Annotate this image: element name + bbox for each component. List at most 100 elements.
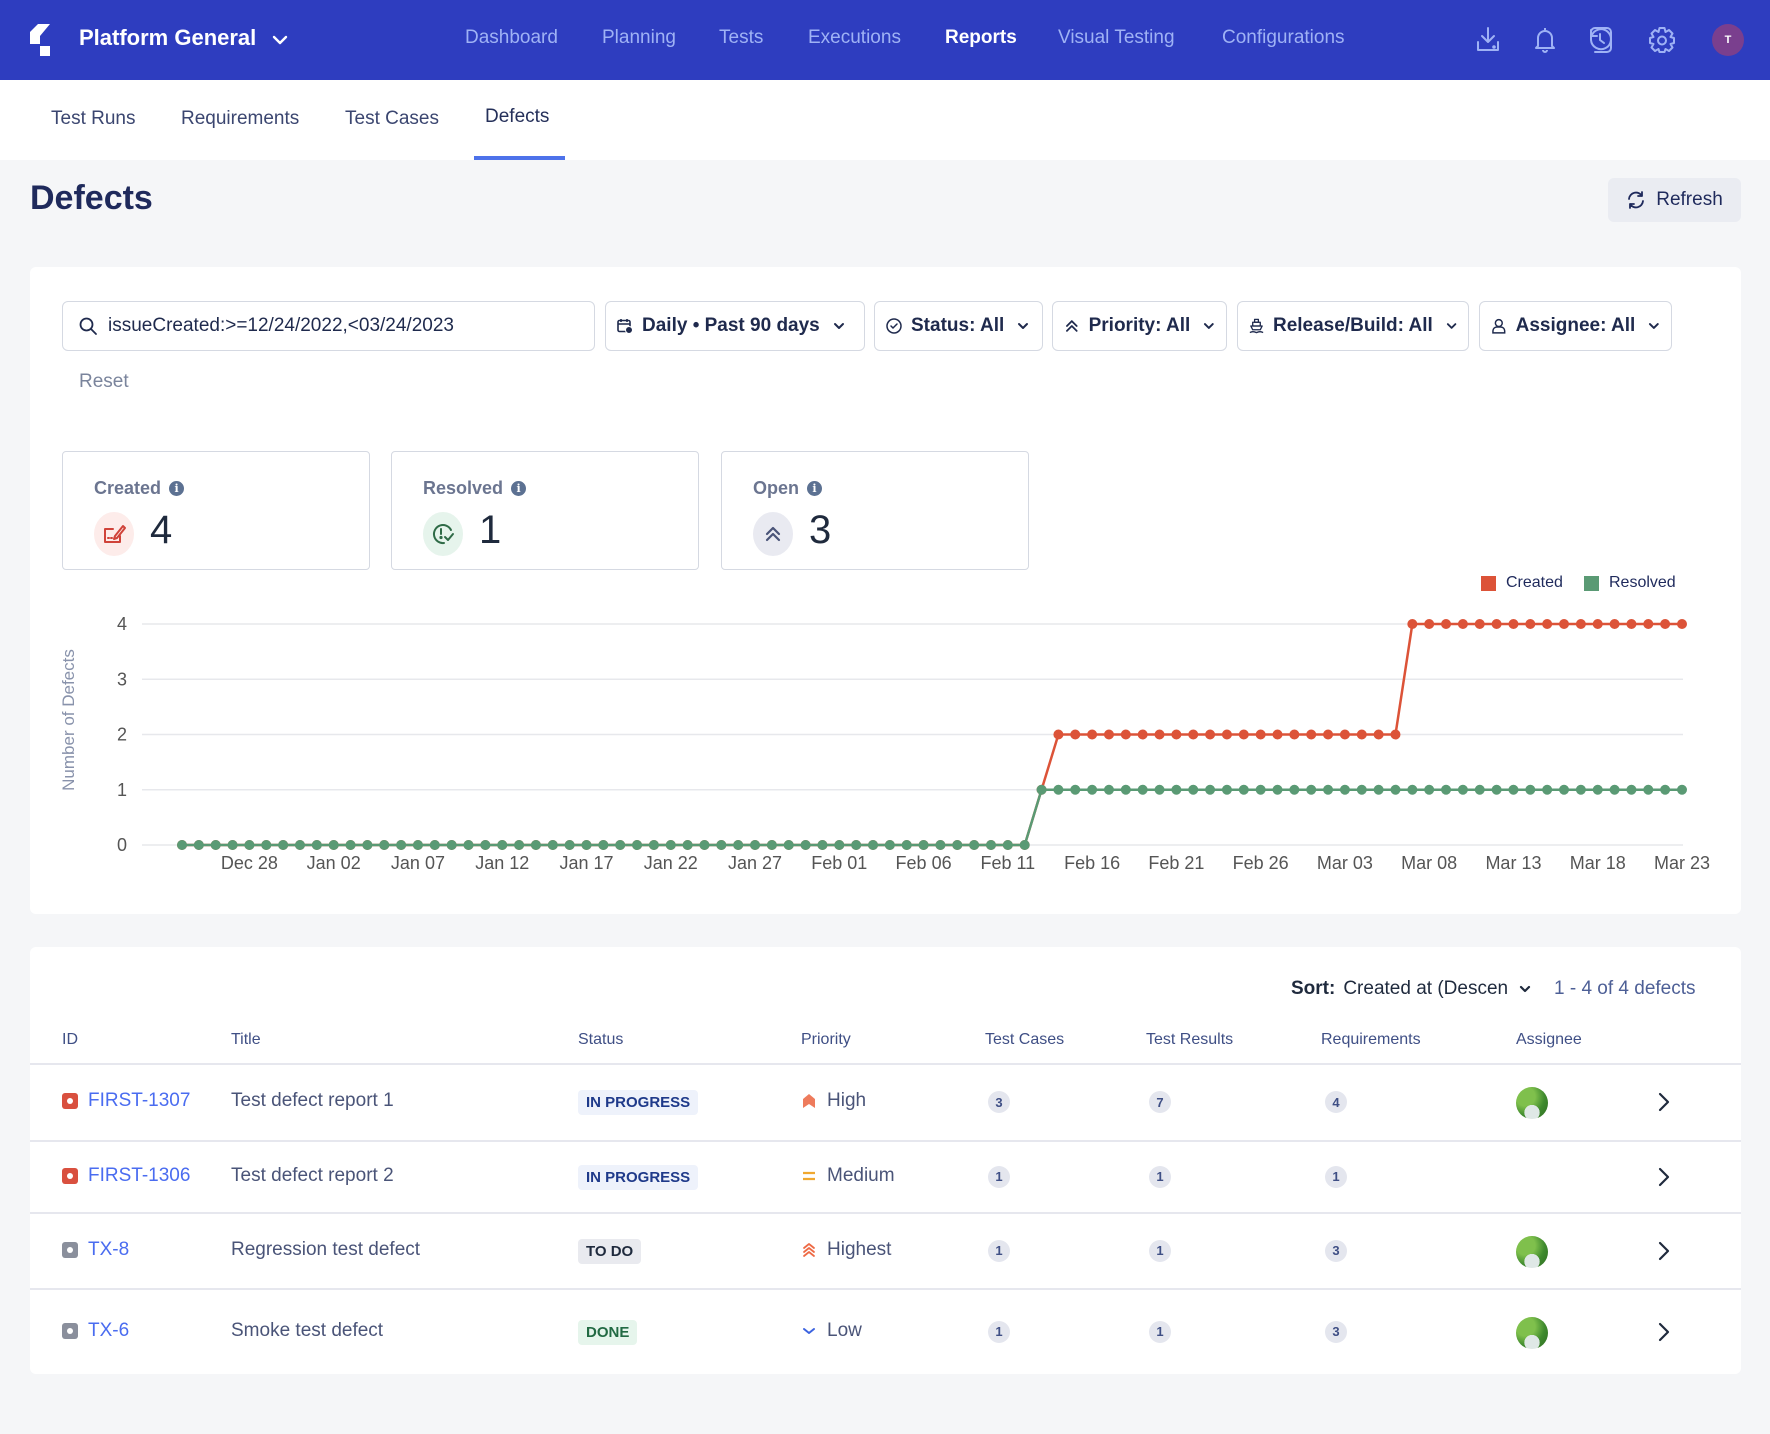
- requirements-count[interactable]: 3: [1325, 1320, 1347, 1343]
- data-point: [1441, 619, 1452, 629]
- test-results-count[interactable]: 1: [1149, 1165, 1171, 1188]
- reset-filters-link[interactable]: Reset: [79, 371, 129, 393]
- nav-dashboard[interactable]: Dashboard: [465, 27, 558, 49]
- data-point: [1424, 619, 1435, 629]
- data-point: [564, 840, 575, 850]
- tab-test-runs[interactable]: Test Runs: [51, 108, 135, 130]
- data-point: [1221, 784, 1232, 795]
- x-tick-label: Mar 08: [1401, 853, 1457, 873]
- chevron-right-icon[interactable]: [1654, 1090, 1674, 1114]
- col-priority-header[interactable]: Priority: [801, 1031, 851, 1049]
- sort-select[interactable]: Created at (Descen: [1343, 978, 1532, 1000]
- history-icon[interactable]: [1585, 24, 1617, 56]
- data-point: [1491, 619, 1502, 629]
- nav-reports[interactable]: Reports: [945, 27, 1017, 49]
- data-point: [1120, 729, 1131, 740]
- assignee-avatar[interactable]: [1516, 1087, 1548, 1119]
- requirements-count[interactable]: 1: [1325, 1165, 1347, 1188]
- chevron-down-icon[interactable]: [270, 30, 290, 50]
- defect-id-link[interactable]: FIRST-1307: [62, 1090, 190, 1112]
- defect-id-link[interactable]: TX-6: [62, 1320, 129, 1342]
- assignee-avatar[interactable]: [1516, 1316, 1548, 1349]
- app-logo-icon[interactable]: [28, 24, 52, 58]
- x-tick-label: Feb 06: [896, 853, 952, 873]
- tab-test-cases[interactable]: Test Cases: [345, 108, 439, 130]
- refresh-button[interactable]: Refresh: [1608, 178, 1741, 222]
- defect-id-link[interactable]: TX-8: [62, 1239, 129, 1261]
- release-build-filter[interactable]: Release/Build: All: [1237, 301, 1469, 351]
- test-results-count[interactable]: 1: [1149, 1320, 1171, 1343]
- legend-swatch-resolved: [1584, 575, 1599, 591]
- user-avatar[interactable]: T: [1712, 24, 1744, 56]
- requirements-count[interactable]: 3: [1325, 1239, 1347, 1262]
- nav-visual-testing[interactable]: Visual Testing: [1058, 27, 1175, 49]
- report-tabs: Test Runs Requirements Test Cases Defect…: [0, 80, 1770, 160]
- test-cases-count[interactable]: 1: [988, 1165, 1010, 1188]
- stat-created-value: 4: [150, 508, 173, 552]
- tab-requirements[interactable]: Requirements: [181, 108, 299, 130]
- info-icon[interactable]: i: [169, 481, 185, 496]
- data-point: [1508, 619, 1519, 629]
- data-point: [1087, 784, 1098, 795]
- test-cases-count[interactable]: 1: [988, 1320, 1010, 1343]
- assignee-filter[interactable]: Assignee: All: [1479, 301, 1672, 351]
- col-test-cases-header[interactable]: Test Cases: [985, 1031, 1064, 1049]
- data-point: [1171, 729, 1182, 740]
- data-point: [581, 840, 592, 850]
- status-badge: TO DO: [578, 1238, 642, 1264]
- test-cases-count[interactable]: 1: [988, 1239, 1010, 1262]
- col-status-header[interactable]: Status: [578, 1031, 623, 1049]
- requirements-count[interactable]: 4: [1325, 1091, 1347, 1113]
- data-point: [716, 840, 727, 850]
- data-point: [1053, 784, 1064, 795]
- col-assignee-header[interactable]: Assignee: [1516, 1031, 1582, 1049]
- nav-planning[interactable]: Planning: [602, 27, 676, 49]
- x-tick-label: Jan 17: [559, 853, 613, 873]
- priority-highest-icon: [801, 1242, 817, 1258]
- data-point: [379, 840, 390, 850]
- tab-defects[interactable]: Defects: [485, 106, 549, 128]
- info-icon[interactable]: i: [807, 481, 823, 496]
- col-test-results-header[interactable]: Test Results: [1146, 1031, 1233, 1049]
- status-filter[interactable]: Status: All: [874, 301, 1043, 351]
- chevron-right-icon[interactable]: [1654, 1320, 1674, 1344]
- bell-icon[interactable]: [1529, 24, 1561, 56]
- search-field[interactable]: [62, 301, 595, 351]
- download-icon[interactable]: [1472, 24, 1504, 56]
- data-point: [1154, 729, 1165, 740]
- info-icon[interactable]: i: [511, 481, 527, 496]
- data-point: [1070, 784, 1081, 795]
- data-point: [1643, 784, 1654, 795]
- col-requirements-header[interactable]: Requirements: [1321, 1031, 1421, 1049]
- search-input[interactable]: [108, 315, 568, 337]
- defect-title: Test defect report 2: [231, 1164, 394, 1186]
- data-point: [1542, 784, 1553, 795]
- priority-filter[interactable]: Priority: All: [1052, 301, 1227, 351]
- nav-tests[interactable]: Tests: [719, 27, 763, 49]
- y-tick-label: 2: [117, 725, 127, 745]
- gear-icon[interactable]: [1646, 24, 1678, 56]
- period-filter[interactable]: Daily • Past 90 days: [605, 301, 865, 351]
- nav-executions[interactable]: Executions: [808, 27, 901, 49]
- project-name[interactable]: Platform General: [79, 25, 256, 51]
- priority-cell: Medium: [801, 1165, 895, 1187]
- assignee-avatar[interactable]: [1516, 1235, 1548, 1268]
- data-point: [615, 840, 626, 850]
- refresh-icon: [1628, 191, 1645, 209]
- test-cases-count[interactable]: 3: [988, 1091, 1010, 1113]
- x-tick-label: Mar 23: [1654, 853, 1710, 873]
- data-point: [396, 840, 407, 850]
- data-point: [193, 840, 204, 850]
- test-results-count[interactable]: 1: [1149, 1239, 1171, 1262]
- data-point: [261, 840, 272, 850]
- chevron-right-icon[interactable]: [1654, 1239, 1674, 1263]
- col-id-header[interactable]: ID: [62, 1031, 78, 1049]
- x-tick-label: Jan 27: [728, 853, 782, 873]
- chevron-right-icon[interactable]: [1654, 1165, 1674, 1189]
- priority-label: Highest: [827, 1238, 892, 1260]
- nav-configurations[interactable]: Configurations: [1222, 27, 1345, 49]
- col-title-header[interactable]: Title: [231, 1031, 261, 1049]
- test-results-count[interactable]: 7: [1149, 1091, 1171, 1113]
- defect-id-link[interactable]: FIRST-1306: [62, 1165, 190, 1187]
- data-point: [800, 840, 811, 850]
